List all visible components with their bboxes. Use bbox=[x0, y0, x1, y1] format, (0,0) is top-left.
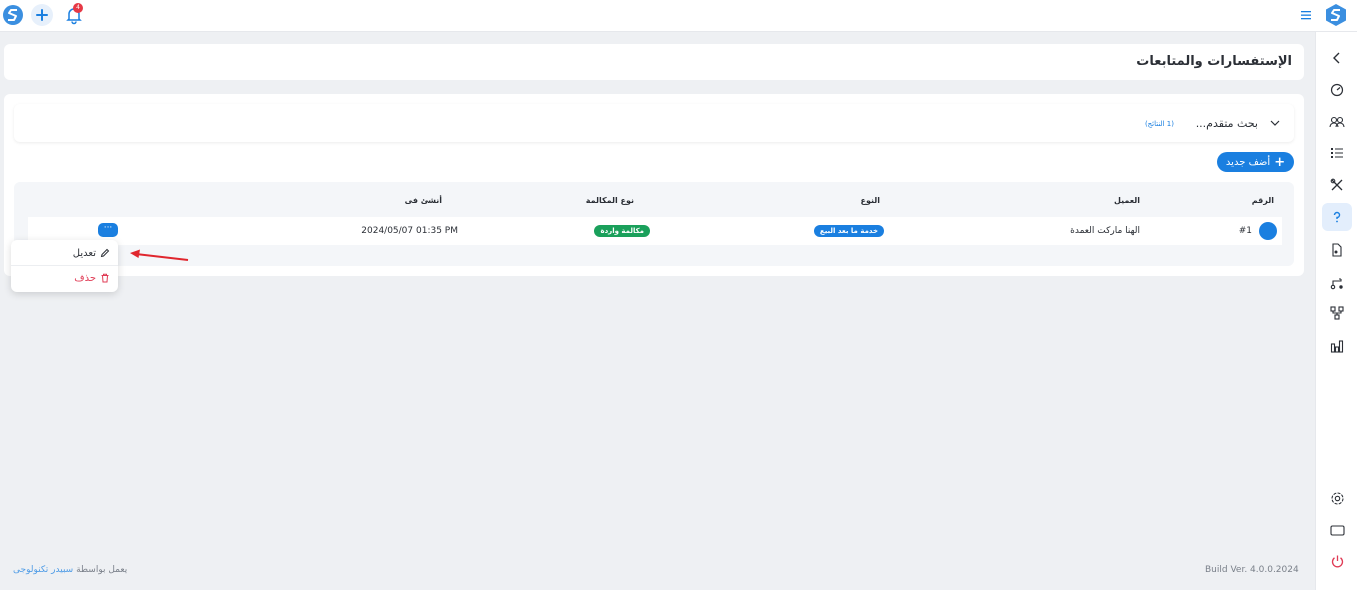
table-row[interactable]: #1 الهنا ماركت العمدة خدمة ما بعد البيع … bbox=[28, 217, 1282, 245]
add-new-button[interactable]: + أضف جديد bbox=[1217, 152, 1294, 172]
pencil-icon bbox=[100, 248, 110, 258]
results-count: (1 النتائج) bbox=[1144, 120, 1174, 128]
app-logo-icon[interactable] bbox=[2, 4, 24, 26]
content-card: بحث متقدم... (1 النتائج) + أضف جديد الرق… bbox=[4, 94, 1304, 276]
tools-icon bbox=[1330, 178, 1343, 191]
power-icon bbox=[1331, 555, 1343, 567]
workflow-icon bbox=[1330, 278, 1343, 290]
sidebar-item-hierarchy[interactable] bbox=[1322, 299, 1352, 327]
advanced-search-label: بحث متقدم... bbox=[1195, 117, 1258, 130]
column-header-call-type: نوع المكالمة bbox=[585, 196, 634, 205]
logout-button[interactable] bbox=[1322, 547, 1352, 575]
menu-item-delete-label: حذف bbox=[74, 272, 96, 284]
add-new-label: أضف جديد bbox=[1225, 156, 1271, 168]
menu-item-edit[interactable]: تعديل bbox=[73, 243, 110, 263]
sidebar-item-users[interactable] bbox=[1322, 108, 1352, 136]
settings-icon bbox=[1330, 491, 1344, 505]
sidebar-item-reports[interactable] bbox=[1322, 332, 1352, 360]
sidebar bbox=[1315, 32, 1357, 590]
chevron-down-icon bbox=[1270, 120, 1280, 126]
plus-icon: + bbox=[1274, 154, 1286, 170]
sidebar-item-settings[interactable] bbox=[1322, 484, 1352, 512]
page-header: الإستفسارات والمتابعات bbox=[4, 44, 1304, 80]
dashboard-gauge-icon bbox=[1330, 83, 1344, 97]
footer-powered-by: يعمل بواسطة سبيدر تكنولوجى bbox=[13, 565, 127, 575]
sidebar-item-dashboard[interactable] bbox=[1322, 76, 1352, 104]
hierarchy-icon bbox=[1330, 306, 1344, 320]
sidebar-item-screen[interactable] bbox=[1322, 516, 1352, 544]
hamburger-menu-icon[interactable] bbox=[1299, 8, 1313, 22]
chevron-left-icon bbox=[1333, 52, 1340, 64]
column-header-type: النوع bbox=[860, 196, 881, 205]
top-bar: 4 bbox=[0, 0, 1357, 32]
trash-icon bbox=[101, 273, 109, 283]
sidebar-item-inquiries[interactable] bbox=[1322, 203, 1352, 231]
cell-created-at: 2024/05/07 01:35 PM bbox=[361, 226, 458, 236]
sidebar-collapse-button[interactable] bbox=[1322, 44, 1352, 72]
bar-chart-icon bbox=[1330, 340, 1344, 353]
footer-company-link[interactable]: سبيدر تكنولوجى bbox=[13, 565, 73, 575]
sidebar-item-list[interactable] bbox=[1322, 139, 1352, 167]
footer-powered-prefix: يعمل بواسطة bbox=[76, 565, 128, 575]
list-icon bbox=[1331, 148, 1343, 158]
users-icon bbox=[1329, 116, 1345, 128]
question-icon bbox=[1333, 211, 1341, 223]
column-header-client: العميل bbox=[1113, 196, 1140, 205]
type-badge: خدمة ما بعد البيع bbox=[813, 225, 884, 237]
column-header-number: الرقم bbox=[1251, 196, 1274, 205]
cell-number: #1 bbox=[1238, 226, 1252, 236]
sidebar-item-tools[interactable] bbox=[1322, 171, 1352, 199]
inquiries-table: الرقم العميل النوع نوع المكالمة أنشئ فى … bbox=[14, 182, 1294, 266]
avatar bbox=[1259, 222, 1277, 240]
menu-item-delete[interactable]: حذف bbox=[74, 268, 110, 288]
row-actions-menu: تعديل حذف bbox=[11, 240, 118, 292]
row-actions-button[interactable]: ··· bbox=[98, 223, 118, 237]
sidebar-item-documents[interactable] bbox=[1322, 236, 1352, 264]
call-type-badge: مكالمة واردة bbox=[594, 225, 650, 237]
screen-icon bbox=[1329, 524, 1345, 536]
menu-divider bbox=[11, 265, 118, 266]
document-icon bbox=[1332, 243, 1342, 257]
sidebar-item-workflow[interactable] bbox=[1322, 269, 1352, 297]
notification-badge: 4 bbox=[73, 3, 83, 13]
menu-item-edit-label: تعديل bbox=[72, 247, 96, 259]
annotation-arrow bbox=[130, 249, 189, 261]
add-shortcut-button[interactable] bbox=[31, 4, 53, 26]
brand-logo-icon bbox=[1326, 4, 1346, 26]
column-header-created-at: أنشئ فى bbox=[404, 196, 442, 205]
page-title: الإستفسارات والمتابعات bbox=[1136, 54, 1292, 69]
cell-client: الهنا ماركت العمدة bbox=[1070, 226, 1140, 236]
footer-build-version: Build Ver. 4.0.0.2024 bbox=[1205, 565, 1299, 575]
advanced-search-toggle[interactable]: بحث متقدم... (1 النتائج) bbox=[14, 104, 1294, 142]
